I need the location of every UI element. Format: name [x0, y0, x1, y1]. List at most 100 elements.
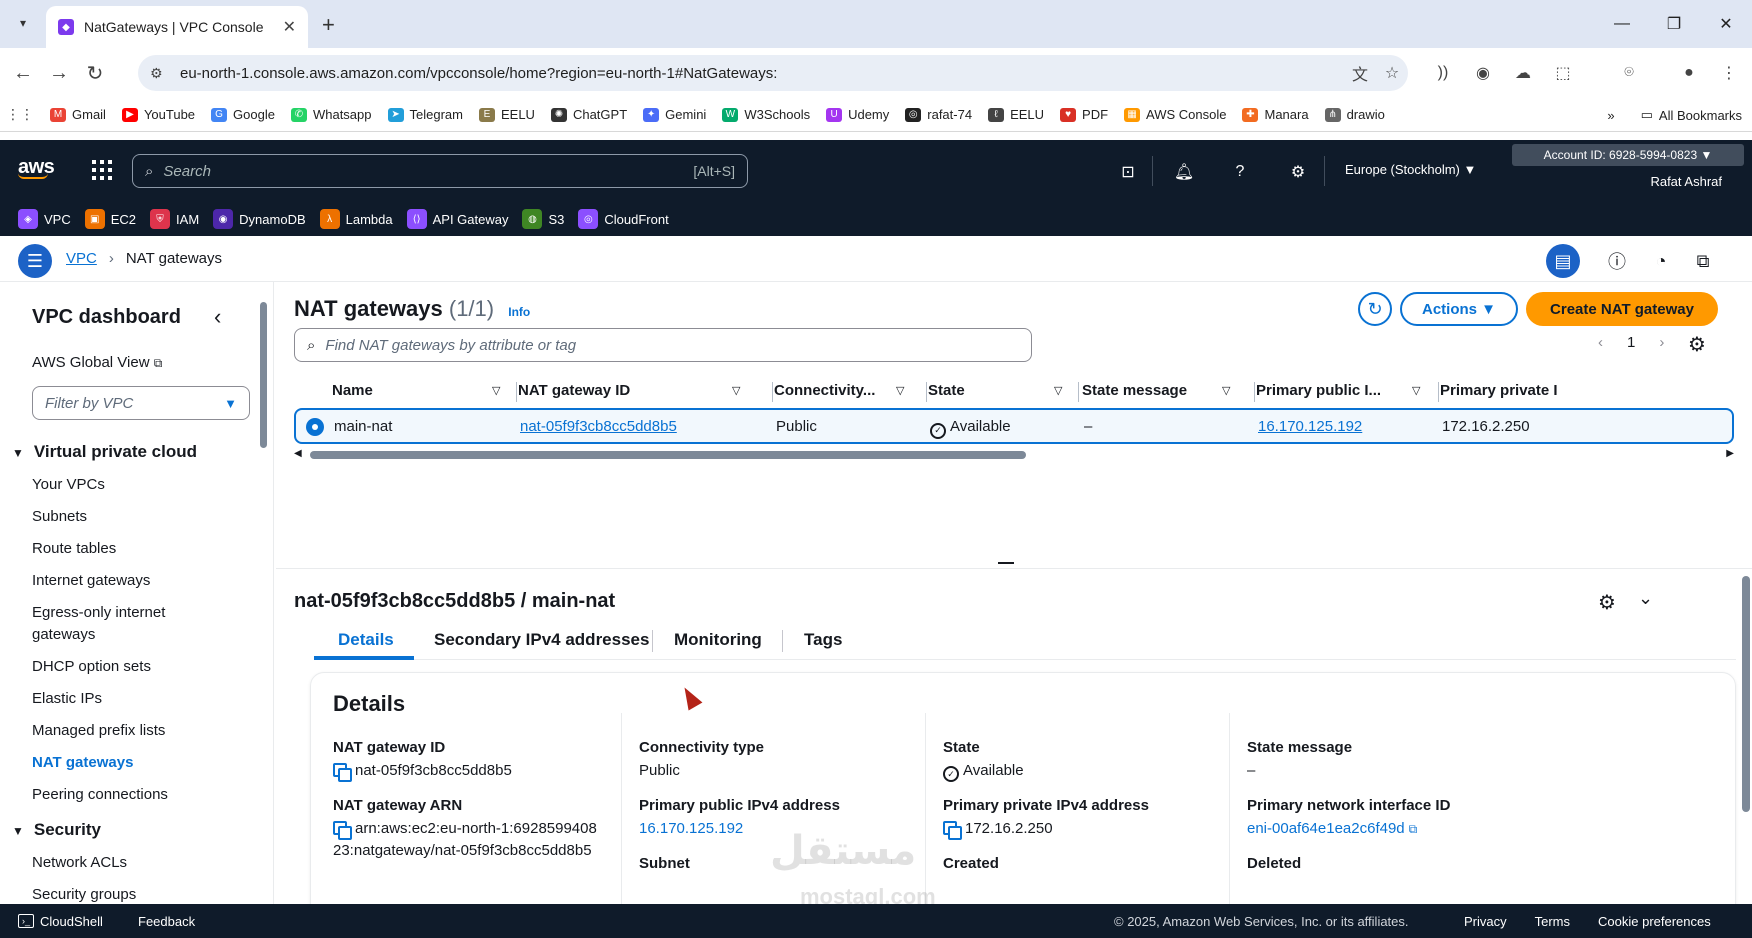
create-nat-gateway-button[interactable]: Create NAT gateway — [1526, 292, 1718, 326]
column-divider[interactable] — [772, 382, 773, 402]
fav-api-gateway[interactable]: ⟨⟩ API Gateway — [406, 209, 508, 229]
bookmark-chatgpt[interactable]: ✺ ChatGPT — [550, 107, 627, 122]
account-id-menu[interactable]: Account ID: 6928-5994-0823 ▼ — [1512, 144, 1744, 166]
bookmark-w3schools[interactable]: W W3Schools — [722, 107, 810, 122]
side-nav-toggle-icon[interactable]: ☰ — [18, 244, 52, 278]
forward-icon[interactable]: → — [46, 60, 72, 86]
bookmark-pdf[interactable]: ♥ PDF — [1060, 107, 1108, 122]
sort-icon[interactable]: ▽ — [1412, 384, 1420, 397]
details-scrollbar[interactable] — [1740, 568, 1752, 904]
details-scrollbar-thumb[interactable] — [1742, 576, 1750, 812]
nav-nat-gateways[interactable]: NAT gateways — [32, 752, 133, 774]
history-icon[interactable]: ◔ — [1644, 244, 1678, 278]
table-row[interactable]: main-nat nat-05f9f3cb8cc5dd8b5 Public ✓ A… — [294, 408, 1734, 444]
cloudshell-link[interactable]: ›_ CloudShell — [18, 914, 103, 929]
cookie-preferences-link[interactable]: Cookie preferences — [1598, 914, 1711, 929]
nav-internet-gateways[interactable]: Internet gateways — [32, 570, 150, 592]
tab-search-icon[interactable]: ▾ — [10, 10, 36, 36]
all-bookmarks[interactable]: All Bookmarks — [1659, 108, 1742, 123]
info-link[interactable]: Info — [508, 305, 530, 319]
tutorial-icon[interactable]: ⧉ — [1686, 244, 1720, 278]
collapse-nav-icon[interactable]: ‹ — [214, 304, 221, 330]
profile-avatar[interactable]: ● — [1674, 60, 1704, 86]
section-security[interactable]: ▼ Security — [12, 820, 101, 840]
fav-dynamodb[interactable]: ◉ DynamoDB — [213, 209, 306, 229]
bookmark-udemy[interactable]: U Udemy — [826, 107, 889, 122]
nav-elastic-ips[interactable]: Elastic IPs — [32, 688, 102, 710]
fav-lambda[interactable]: λ Lambda — [319, 209, 393, 229]
refresh-button[interactable]: ↻ — [1358, 292, 1392, 326]
col-primary-public-ip[interactable]: Primary public I... ▽ — [1256, 382, 1420, 399]
bookmark-gemini[interactable]: ✦ Gemini — [643, 107, 706, 122]
col-nat-gateway-id[interactable]: NAT gateway ID ▽ — [518, 382, 740, 399]
aws-logo[interactable]: aws — [18, 156, 55, 179]
nav-title[interactable]: VPC dashboard — [32, 306, 181, 329]
bookmark-github[interactable]: ◎ rafat-74 — [905, 107, 972, 122]
site-info-icon[interactable]: ⚙ — [150, 65, 170, 82]
column-divider[interactable] — [516, 382, 517, 402]
nav-managed-prefix-lists[interactable]: Managed prefix lists — [32, 720, 165, 742]
fav-cloudfront[interactable]: ◎ CloudFront — [578, 209, 669, 229]
table-horizontal-scrollbar[interactable]: ◀ ▶ — [294, 448, 1734, 462]
cell-public-ip[interactable]: 16.170.125.192 — [1258, 418, 1362, 435]
extension-audio-icon[interactable]: )) — [1428, 60, 1458, 86]
scroll-left-icon[interactable]: ◀ — [294, 448, 302, 459]
split-panel-icon[interactable]: ▤ — [1546, 244, 1580, 278]
table-scrollbar-thumb[interactable] — [310, 451, 1026, 459]
nav-route-tables[interactable]: Route tables — [32, 538, 116, 560]
tab-monitoring[interactable]: Monitoring — [674, 630, 762, 650]
sort-icon[interactable]: ▽ — [1054, 384, 1062, 397]
back-icon[interactable]: ← — [10, 60, 36, 86]
split-panel-settings-gear-icon[interactable]: ⚙ — [1598, 590, 1616, 615]
prev-page-icon[interactable]: ‹ — [1598, 334, 1603, 351]
sort-icon[interactable]: ▽ — [896, 384, 904, 397]
scroll-right-icon[interactable]: ▶ — [1726, 448, 1734, 459]
breadcrumb-vpc[interactable]: VPC — [66, 250, 97, 267]
section-virtual-private-cloud[interactable]: ▼ Virtual private cloud — [12, 442, 197, 462]
aws-search-input[interactable]: ⌕ Search [Alt+S] — [132, 154, 748, 188]
more-bookmarks-icon[interactable]: » — [1607, 108, 1614, 123]
info-icon[interactable]: ⓘ — [1600, 244, 1634, 278]
new-tab-icon[interactable]: + — [322, 12, 335, 38]
browser-tab-active[interactable]: ◆ NatGateways | VPC Console ✕ — [46, 6, 308, 48]
col-state-message[interactable]: State message ▽ — [1082, 382, 1230, 399]
camera-icon[interactable]: ◉ — [1468, 60, 1498, 86]
address-bar[interactable]: ⚙ eu-north-1.console.aws.amazon.com/vpcc… — [138, 55, 1408, 91]
region-selector[interactable]: Europe (Stockholm) ▼ — [1345, 162, 1476, 177]
bookmark-drawio[interactable]: ⋔ drawio — [1324, 107, 1385, 122]
split-panel-resize-handle[interactable] — [998, 562, 1014, 564]
copy-icon[interactable] — [333, 821, 352, 840]
column-divider[interactable] — [1254, 382, 1255, 402]
tab-close-icon[interactable]: ✕ — [283, 17, 296, 37]
nav-your-vpcs[interactable]: Your VPCs — [32, 474, 105, 496]
copy-icon[interactable] — [943, 821, 962, 840]
bookmark-manara[interactable]: ✚ Manara — [1242, 107, 1309, 122]
bookmark-eelu[interactable]: E EELU — [478, 107, 535, 122]
settings-gear-icon[interactable]: ⚙ — [1284, 158, 1312, 186]
nav-dhcp-option-sets[interactable]: DHCP option sets — [32, 656, 151, 678]
apps-icon[interactable]: ⋮⋮ — [6, 106, 34, 122]
screenshot-icon[interactable]: ⌾ — [1614, 60, 1644, 86]
nav-peering-connections[interactable]: Peering connections — [32, 784, 168, 806]
next-page-icon[interactable]: › — [1659, 334, 1664, 351]
translate-icon[interactable]: 文 — [1344, 61, 1376, 85]
row-radio-selected[interactable] — [306, 418, 324, 436]
nav-scrollbar-thumb[interactable] — [260, 302, 267, 448]
nav-security-groups[interactable]: Security groups — [32, 884, 136, 904]
sort-icon[interactable]: ▽ — [732, 384, 740, 397]
table-preferences-gear-icon[interactable]: ⚙ — [1688, 332, 1706, 357]
help-icon[interactable]: ? — [1226, 158, 1254, 186]
services-menu-icon[interactable] — [92, 160, 112, 180]
tab-details[interactable]: Details — [338, 630, 394, 650]
col-name[interactable]: Name ▽ — [332, 382, 500, 399]
tab-tags[interactable]: Tags — [804, 630, 842, 650]
col-connectivity[interactable]: Connectivity... ▽ — [774, 382, 904, 399]
table-search-input[interactable]: ⌕ Find NAT gateways by attribute or tag — [294, 328, 1032, 362]
cell-nat-gateway-id[interactable]: nat-05f9f3cb8cc5dd8b5 — [520, 418, 677, 435]
privacy-link[interactable]: Privacy — [1464, 914, 1507, 929]
fav-iam[interactable]: ⛨ IAM — [150, 209, 199, 229]
user-name[interactable]: Rafat Ashraf — [1650, 174, 1722, 189]
nav-egress-only-line2[interactable]: gateways — [32, 624, 95, 646]
bookmark-google[interactable]: G Google — [211, 107, 275, 122]
sort-icon[interactable]: ▽ — [492, 384, 500, 397]
